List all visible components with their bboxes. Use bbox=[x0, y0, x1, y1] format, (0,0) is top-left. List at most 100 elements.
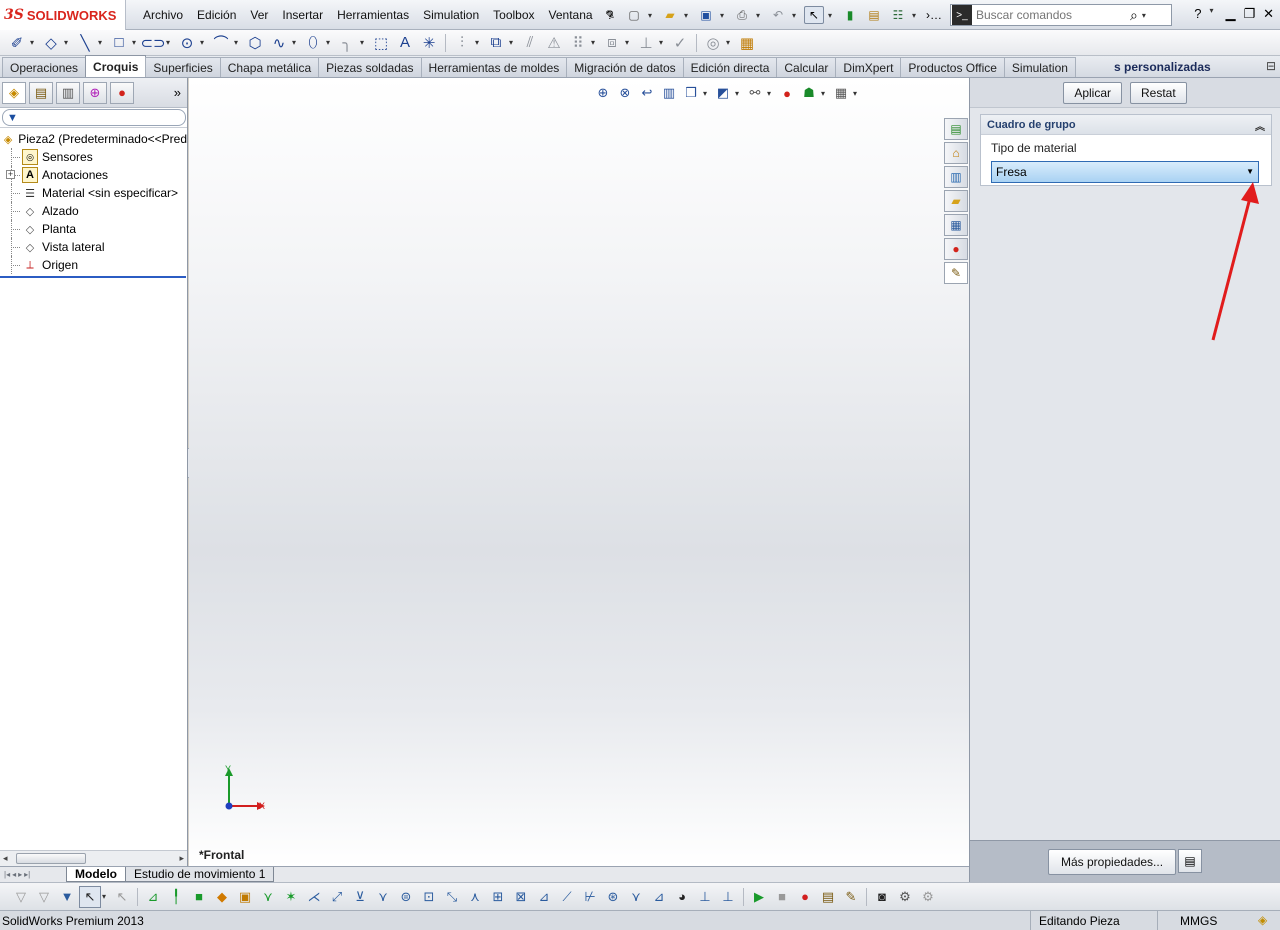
smart-dimension-icon[interactable]: ◇ bbox=[40, 32, 62, 54]
expand-icon[interactable]: + bbox=[6, 170, 15, 179]
filter-components-icon[interactable]: ▣ bbox=[234, 886, 256, 908]
tree-root-part[interactable]: ◈ Pieza2 (Predeterminado<<Pred bbox=[0, 130, 187, 148]
appearance-icon[interactable]: ● bbox=[777, 84, 797, 102]
select-icon[interactable]: ↖ bbox=[79, 885, 101, 908]
filter-weld-symbol-icon[interactable]: ⊿ bbox=[648, 886, 670, 908]
next-tab-icon[interactable]: ▸ bbox=[18, 870, 22, 879]
rectangle-dropdown-icon[interactable]: ▾ bbox=[132, 38, 140, 47]
rectangle-icon[interactable]: □ bbox=[108, 32, 130, 54]
move-dropdown-icon[interactable]: ▾ bbox=[625, 38, 633, 47]
tab-simulation[interactable]: Simulation bbox=[1003, 57, 1076, 77]
repair-icon[interactable]: ✓ bbox=[669, 32, 691, 54]
pattern-dropdown-icon[interactable]: ▾ bbox=[591, 38, 599, 47]
quick-tips-icon[interactable]: ◈ bbox=[1258, 913, 1267, 927]
filter-centermark-icon[interactable]: ⟋ bbox=[556, 886, 578, 908]
minimize-icon[interactable]: ▁ bbox=[1225, 6, 1235, 22]
arc-icon[interactable]: ⌒ bbox=[210, 32, 232, 54]
menu-ventana[interactable]: Ventana bbox=[542, 8, 600, 22]
zoom-to-fit-icon[interactable]: ⊕ bbox=[593, 84, 613, 102]
hide-show-dropdown-icon[interactable]: ▾ bbox=[767, 89, 775, 98]
pattern-icon[interactable]: ⠿ bbox=[567, 32, 589, 54]
save-icon[interactable]: ▣ bbox=[696, 6, 716, 24]
close-icon[interactable]: ✕ bbox=[1263, 6, 1274, 22]
property-tab-builder-icon[interactable]: ▤ bbox=[1178, 849, 1202, 873]
convert-dropdown-icon[interactable]: ▾ bbox=[509, 38, 517, 47]
restore-icon[interactable]: ❐ bbox=[1243, 6, 1255, 22]
reset-button[interactable]: Restat bbox=[1130, 81, 1187, 104]
filter-surface-finish-icon[interactable]: ⊡ bbox=[418, 886, 440, 908]
filter-surface-icon[interactable]: ◆ bbox=[211, 886, 233, 908]
scroll-left-icon[interactable]: ◂ bbox=[3, 853, 8, 864]
first-tab-icon[interactable]: |◂ bbox=[4, 870, 10, 879]
filter-routing-icon[interactable]: ⊥ bbox=[694, 886, 716, 908]
file-explorer-icon[interactable]: ▰ bbox=[944, 190, 968, 212]
help-dropdown-icon[interactable]: ▾ bbox=[1209, 6, 1217, 22]
tab-migracion-datos[interactable]: Migración de datos bbox=[566, 57, 684, 77]
stop-video-icon[interactable]: ⚙ bbox=[917, 886, 939, 908]
menu-ver[interactable]: Ver bbox=[243, 8, 275, 22]
filter-solid-icon[interactable]: ■ bbox=[188, 886, 210, 908]
home-icon[interactable]: ⌂ bbox=[944, 142, 968, 164]
play-macro-icon[interactable]: ▶ bbox=[748, 886, 770, 908]
print-icon[interactable]: ⎙ bbox=[732, 6, 752, 24]
line-dropdown-icon[interactable]: ▾ bbox=[98, 38, 106, 47]
menu-herramientas[interactable]: Herramientas bbox=[330, 8, 416, 22]
pin-icon[interactable]: ⊟ bbox=[1266, 59, 1276, 73]
file-properties-icon[interactable]: ▤ bbox=[864, 6, 884, 24]
hide-show-icon[interactable]: ⚯ bbox=[745, 84, 765, 102]
search-icon[interactable]: ⌕ bbox=[1130, 7, 1138, 24]
record-video-icon[interactable]: ⚙ bbox=[894, 886, 916, 908]
configuration-manager-icon[interactable]: ▥ bbox=[56, 81, 80, 104]
options-dropdown-icon[interactable]: ▾ bbox=[912, 11, 920, 20]
polygon-icon[interactable]: ⬡ bbox=[244, 32, 266, 54]
feature-manager-icon[interactable]: ◈ bbox=[2, 81, 26, 104]
tab-croquis[interactable]: Croquis bbox=[85, 55, 147, 77]
tree-item-anotaciones[interactable]: + A Anotaciones bbox=[0, 166, 187, 184]
menu-edicion[interactable]: Edición bbox=[190, 8, 243, 22]
display-style-dropdown-icon[interactable]: ▾ bbox=[735, 89, 743, 98]
pin-icon[interactable]: ✎ bbox=[600, 6, 620, 24]
tree-item-vista-lateral[interactable]: ◇ Vista lateral bbox=[0, 238, 187, 256]
filter-weld-icon[interactable]: ⋎ bbox=[372, 886, 394, 908]
filter-mass-icon[interactable]: ◕ bbox=[671, 886, 693, 908]
tab-herramientas-moldes[interactable]: Herramientas de moldes bbox=[420, 57, 568, 77]
trim-icon[interactable]: ⫶ bbox=[451, 32, 473, 54]
circle-icon[interactable]: ⊙ bbox=[176, 32, 198, 54]
filter-edges-icon[interactable]: ⊿ bbox=[142, 886, 164, 908]
save-dropdown-icon[interactable]: ▾ bbox=[720, 11, 728, 20]
rebuild-icon[interactable]: ▮ bbox=[840, 6, 860, 24]
apply-button[interactable]: Aplicar bbox=[1063, 81, 1122, 104]
orientation-dropdown-icon[interactable]: ▾ bbox=[703, 89, 711, 98]
tree-item-material[interactable]: ☰ Material <sin especificar> bbox=[0, 184, 187, 202]
point-icon[interactable]: ✳ bbox=[418, 32, 440, 54]
filter-vertices-icon[interactable]: ▽ bbox=[33, 886, 55, 908]
scene-dropdown-icon[interactable]: ▾ bbox=[821, 89, 829, 98]
dimension-dropdown-icon[interactable]: ▾ bbox=[64, 38, 72, 47]
spline-dropdown-icon[interactable]: ▾ bbox=[292, 38, 300, 47]
tab-calcular[interactable]: Calcular bbox=[776, 57, 837, 77]
spline-icon[interactable]: ∿ bbox=[268, 32, 290, 54]
previous-view-icon[interactable]: ↩ bbox=[637, 84, 657, 102]
select-other-icon[interactable]: ↖ bbox=[111, 886, 133, 908]
unit-system-status[interactable]: MMGS bbox=[1180, 914, 1217, 928]
scene-icon[interactable]: ☗ bbox=[799, 84, 819, 102]
menu-insertar[interactable]: Insertar bbox=[275, 8, 330, 22]
snaps-dropdown-icon[interactable]: ▾ bbox=[726, 38, 734, 47]
rapid-sketch-icon[interactable]: ▦ bbox=[736, 32, 758, 54]
sketch-dropdown-icon[interactable]: ▾ bbox=[30, 38, 38, 47]
design-library-icon[interactable]: ▥ bbox=[944, 166, 968, 188]
tab-dimxpert[interactable]: DimXpert bbox=[835, 57, 902, 77]
tab-productos-office[interactable]: Productos Office bbox=[900, 57, 1005, 77]
tab-operaciones[interactable]: Operaciones bbox=[2, 57, 87, 77]
select-dropdown-icon[interactable]: ▾ bbox=[102, 892, 110, 901]
tree-item-planta[interactable]: ◇ Planta bbox=[0, 220, 187, 238]
group-box-header[interactable]: Cuadro de grupo ︽ bbox=[981, 115, 1271, 135]
screen-capture-icon[interactable]: ◙ bbox=[871, 886, 893, 908]
scroll-right-icon[interactable]: ▸ bbox=[179, 853, 184, 864]
filter-geometric-tol-icon[interactable]: ⤡ bbox=[441, 886, 463, 908]
relations-icon[interactable]: ⊥ bbox=[635, 32, 657, 54]
filter-axes-icon[interactable]: ╿ bbox=[165, 886, 187, 908]
print-dropdown-icon[interactable]: ▾ bbox=[756, 11, 764, 20]
filter-hyperlink-icon[interactable]: ⊥ bbox=[717, 886, 739, 908]
horizontal-scrollbar[interactable]: ◂ ▸ bbox=[0, 850, 187, 866]
